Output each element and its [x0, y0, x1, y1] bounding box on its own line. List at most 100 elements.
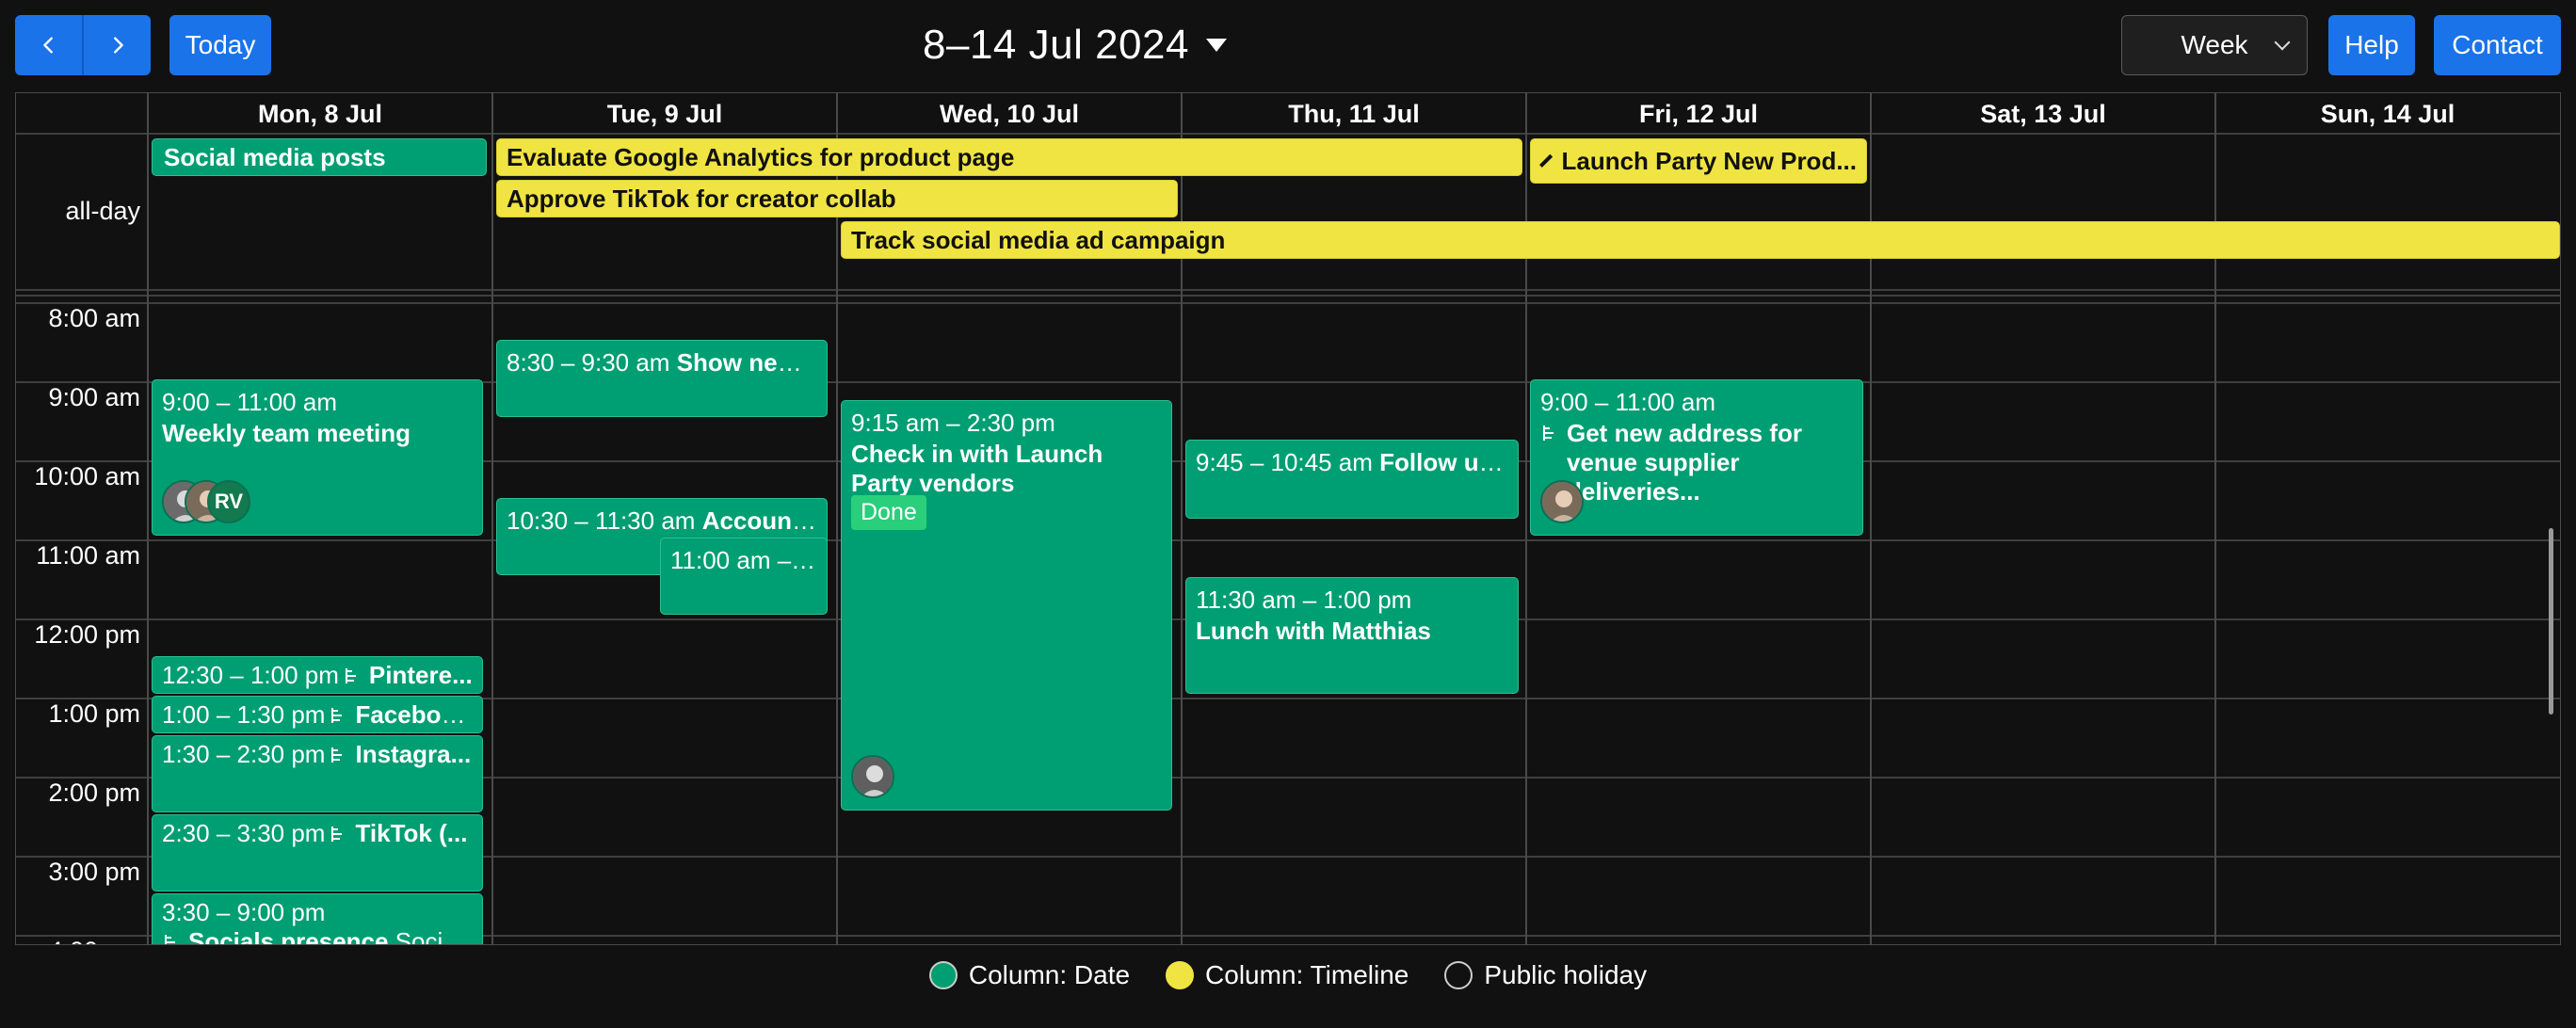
day-header-thu[interactable]: Thu, 11 Jul — [1182, 93, 1526, 135]
week-calendar: Mon, 8 Jul Tue, 9 Jul Wed, 10 Jul Thu, 1… — [15, 92, 2561, 945]
time-label-3pm: 3:00 pm — [48, 858, 140, 886]
event-time: 11:30 am – 1:00 pm — [1196, 586, 1412, 614]
event-eleven-am[interactable]: 11:00 am – 12 — [660, 538, 828, 615]
time-label-10am: 10:00 am — [34, 462, 140, 490]
event-title: Instagra... — [355, 740, 472, 768]
event-show-new[interactable]: 8:30 – 9:30 am Show new ... — [496, 340, 828, 417]
help-button[interactable]: Help — [2328, 15, 2415, 75]
timeline-icon — [331, 708, 343, 723]
event-title: Weekly team meeting — [162, 419, 411, 447]
legend: Column: Date Column: Timeline Public hol… — [0, 960, 2576, 990]
event-track-social-ads[interactable]: Track social media ad campaign — [841, 221, 2560, 259]
legend-label: Column: Timeline — [1205, 960, 1409, 989]
day-header-sun[interactable]: Sun, 14 Jul — [2215, 93, 2560, 135]
legend-dot — [1444, 961, 1473, 989]
event-title: Get new address for venue supplier deliv… — [1567, 419, 1802, 506]
event-time: 1:30 – 2:30 pm — [162, 740, 326, 768]
nav-button-group — [15, 15, 151, 75]
day-header-fri[interactable]: Fri, 12 Jul — [1526, 93, 1871, 135]
event-time: 10:30 – 11:30 am — [507, 506, 696, 535]
event-time: 9:00 – 11:00 am — [162, 388, 337, 416]
event-approve-tiktok[interactable]: Approve TikTok for creator collab — [496, 180, 1178, 217]
day-divider — [836, 93, 838, 944]
event-title: TikTok (... — [355, 819, 468, 847]
date-range-picker[interactable]: 8–14 Jul 2024 — [923, 17, 1227, 73]
timeline-icon — [331, 827, 343, 842]
legend-dot — [1166, 961, 1195, 989]
event-time: 9:00 – 11:00 am — [1540, 388, 1715, 416]
event-time: 1:00 – 1:30 pm — [162, 700, 326, 729]
legend-item-holiday: Public holiday — [1444, 960, 1647, 990]
event-weekly-team-meeting[interactable]: 9:00 – 11:00 am Weekly team meeting RV — [152, 379, 483, 536]
chevron-down-icon — [2274, 34, 2291, 51]
hour-line — [16, 539, 2560, 541]
event-instagram[interactable]: 1:30 – 2:30 pm Instagra... — [152, 735, 483, 812]
event-follow-up[interactable]: 9:45 – 10:45 am Follow up ... — [1185, 440, 1519, 519]
event-title: Lunch with Matthias — [1196, 617, 1431, 645]
timeline-icon — [165, 935, 175, 944]
event-title: Faceboo... — [355, 700, 477, 729]
event-title: Account ... — [701, 506, 827, 535]
gutter-divider — [147, 93, 149, 944]
time-label-1pm: 1:00 pm — [48, 699, 140, 728]
timeline-icon — [331, 747, 343, 763]
contact-button[interactable]: Contact — [2434, 15, 2561, 75]
day-header-tue[interactable]: Tue, 9 Jul — [492, 93, 837, 135]
legend-label: Column: Date — [968, 960, 1131, 989]
event-time: 11:00 am – 12 — [670, 546, 826, 574]
allday-label: all-day — [65, 197, 140, 225]
time-label-11am: 11:00 am — [36, 541, 140, 570]
event-evaluate-google-analytics[interactable]: Evaluate Google Analytics for product pa… — [496, 138, 1522, 176]
event-time: 3:30 – 9:00 pm — [162, 898, 326, 926]
event-title: Socials presence — [188, 927, 389, 945]
time-label-2pm: 2:00 pm — [48, 779, 140, 807]
legend-label: Public holiday — [1484, 960, 1648, 989]
caret-down-icon — [1205, 39, 1227, 52]
avatar-initials: RV — [207, 480, 250, 523]
event-time: 12:30 – 1:00 pm — [162, 661, 339, 689]
timeline-icon — [345, 668, 356, 683]
time-label-8am: 8:00 am — [48, 304, 140, 332]
view-select-value: Week — [2181, 30, 2248, 59]
day-divider — [491, 93, 493, 944]
event-lunch-with-matthias[interactable]: 11:30 am – 1:00 pm Lunch with Matthias — [1185, 577, 1519, 694]
event-launch-party-title: Launch Party New Prod... — [1561, 146, 1857, 175]
day-header-mon[interactable]: Mon, 8 Jul — [148, 93, 492, 135]
status-badge: Done — [851, 495, 926, 530]
event-tiktok[interactable]: 2:30 – 3:30 pm TikTok (... — [152, 814, 483, 891]
event-title: Check in with Launch Party vendors — [851, 440, 1103, 497]
timeline-icon — [1543, 426, 1554, 441]
diamond-icon — [1538, 153, 1554, 169]
next-week-button[interactable] — [84, 15, 151, 75]
event-launch-party[interactable]: Launch Party New Prod... — [1530, 138, 1867, 184]
prev-week-button[interactable] — [15, 15, 82, 75]
legend-item-date: Column: Date — [928, 960, 1131, 990]
legend-dot — [928, 961, 958, 989]
event-extra: Social... — [394, 927, 482, 945]
scrollbar-thumb[interactable] — [2549, 528, 2553, 715]
time-label-12pm: 12:00 pm — [34, 620, 140, 649]
view-select[interactable]: Week — [2121, 15, 2308, 75]
allday-divider-2 — [16, 295, 2560, 297]
day-header-sat[interactable]: Sat, 13 Jul — [1871, 93, 2215, 135]
avatar — [851, 755, 894, 798]
event-time: 9:45 – 10:45 am — [1196, 448, 1373, 476]
event-get-new-address[interactable]: 9:00 – 11:00 am Get new address for venu… — [1530, 379, 1863, 536]
event-pinterest[interactable]: 12:30 – 1:00 pm Pintere... — [152, 656, 483, 694]
time-label-4pm: 4:00 pm — [16, 937, 140, 944]
day-header-wed[interactable]: Wed, 10 Jul — [837, 93, 1182, 135]
event-check-in-launch-party[interactable]: 9:15 am – 2:30 pm Check in with Launch P… — [841, 400, 1172, 811]
hour-line — [16, 302, 2560, 304]
event-facebook[interactable]: 1:00 – 1:30 pm Faceboo... — [152, 696, 483, 733]
event-title: Pintere... — [368, 661, 473, 689]
allday-divider — [16, 289, 2560, 291]
event-time: 2:30 – 3:30 pm — [162, 819, 326, 847]
event-social-media-posts[interactable]: Social media posts — [152, 138, 487, 176]
chevron-right-icon — [113, 37, 123, 54]
event-title: Show new ... — [676, 348, 824, 377]
today-button[interactable]: Today — [169, 15, 271, 75]
event-time: 9:15 am – 2:30 pm — [851, 409, 1055, 437]
event-title: Follow up ... — [1379, 448, 1518, 476]
event-socials-presence[interactable]: 3:30 – 9:00 pm Socials presence Social..… — [152, 893, 483, 945]
date-range-title: 8–14 Jul 2024 — [923, 22, 1189, 68]
